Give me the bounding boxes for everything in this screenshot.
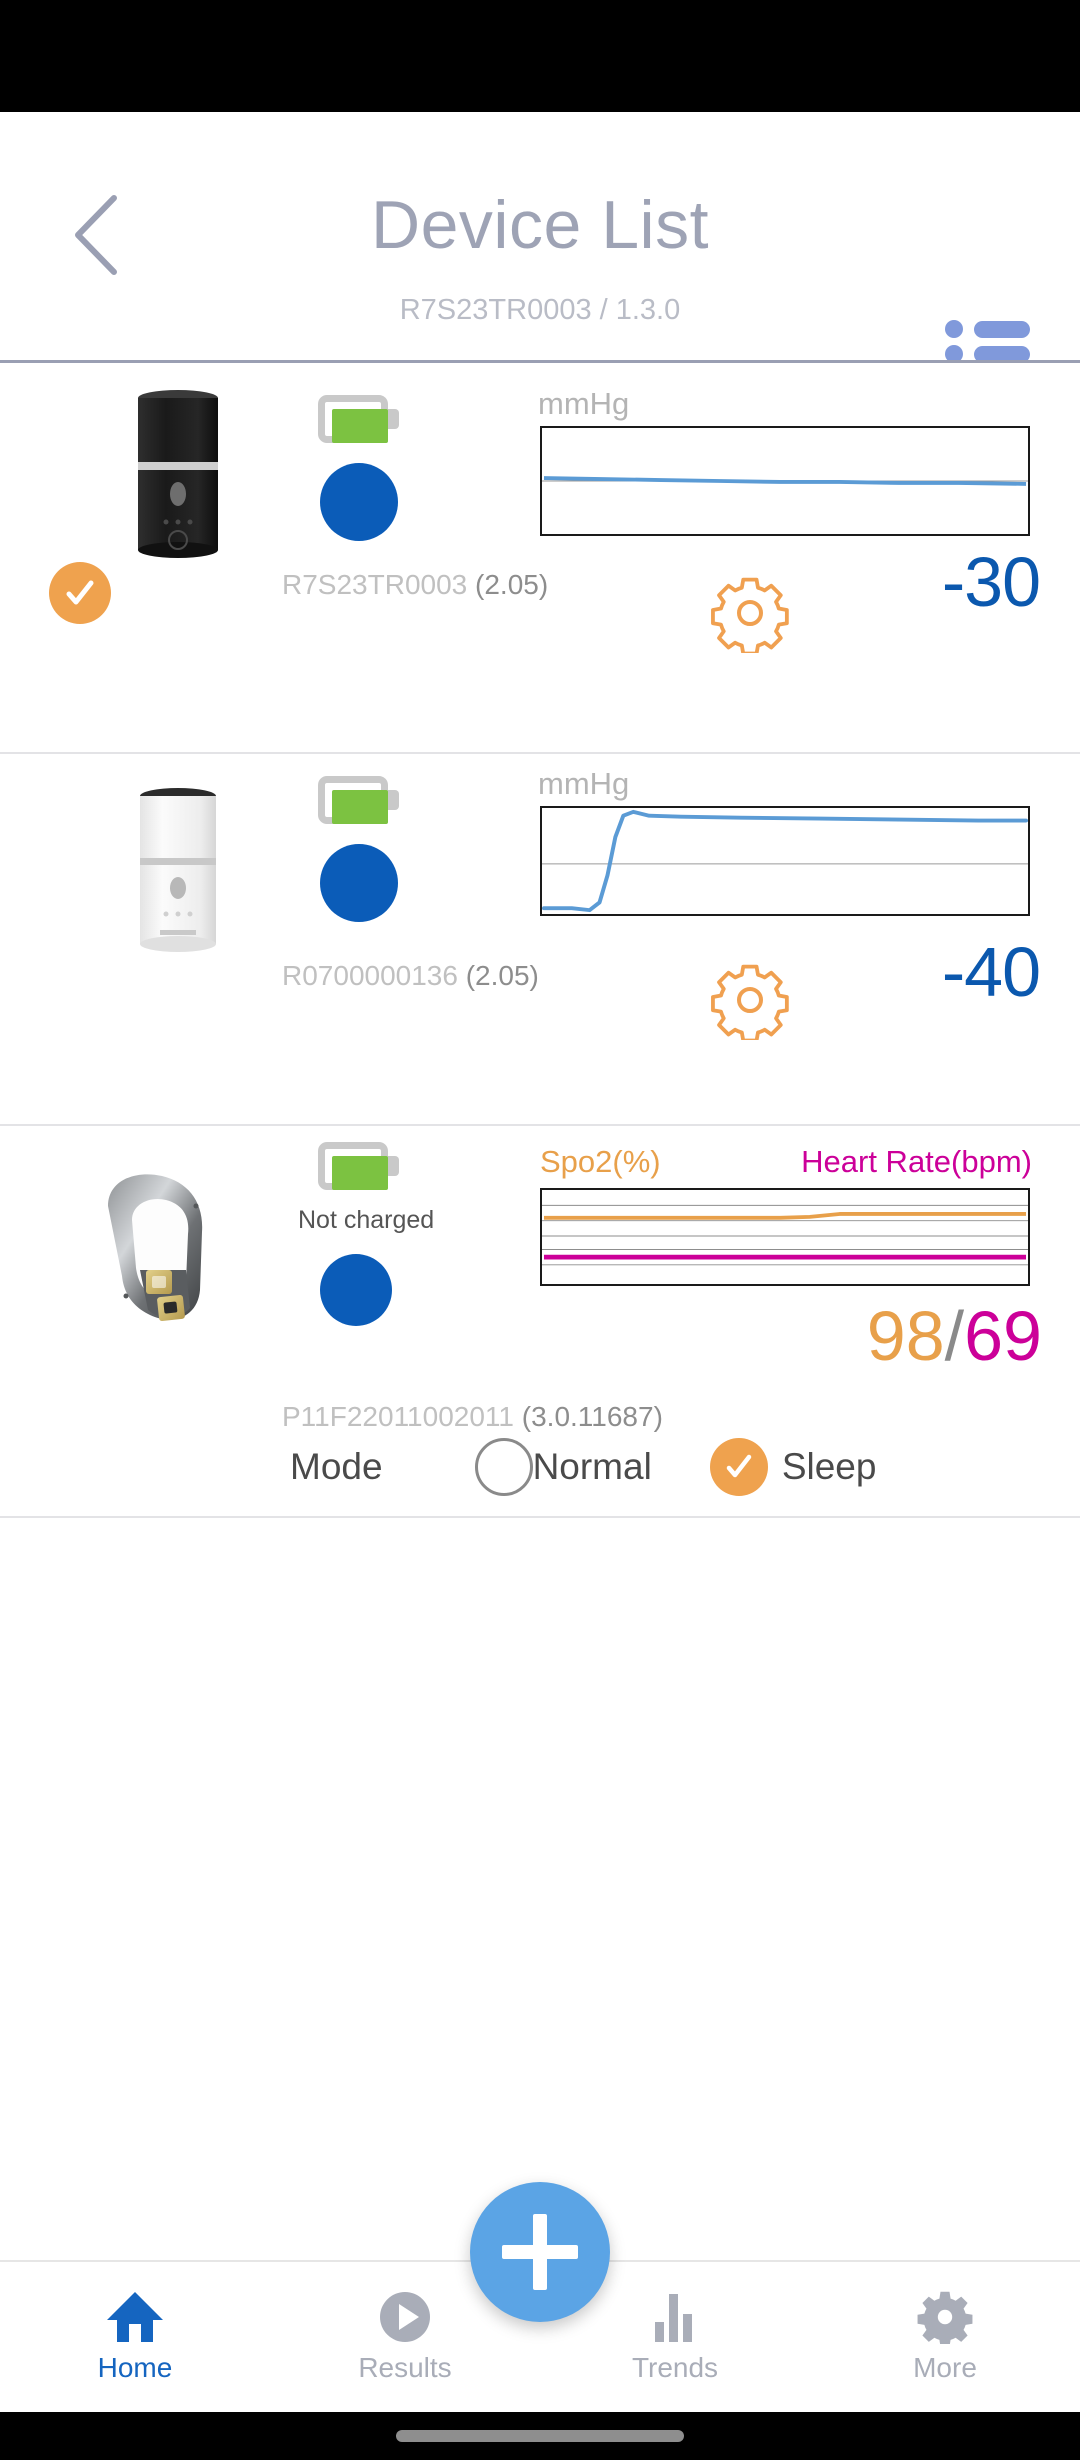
battery-nub: [388, 790, 399, 810]
device-thumbnail: [122, 784, 234, 961]
chart-unit-label: mmHg: [538, 386, 630, 421]
mode-option-normal[interactable]: Normal: [474, 1438, 652, 1496]
plus-icon-vertical: [533, 2214, 547, 2290]
mode-option-sleep-label: Sleep: [781, 1446, 877, 1487]
app-content: Device List R7S23TR0003 / 1.3.0 mmHg -30…: [0, 112, 1080, 2412]
device-id: R7S23TR0003 (2.05): [282, 569, 548, 601]
phone-screen: Device List R7S23TR0003 / 1.3.0 mmHg -30…: [0, 0, 1080, 2460]
device-settings-button[interactable]: [710, 573, 790, 653]
radio-checked-icon: [709, 1438, 768, 1496]
vitals-chart-svg: [542, 1204, 1028, 1266]
device-row[interactable]: Not charged Spo2(%) Heart Rate(bpm) 98/6…: [0, 1126, 1080, 1518]
value-separator: /: [944, 1297, 965, 1375]
battery-status-text: Not charged: [298, 1206, 435, 1234]
device-row[interactable]: mmHg -40 R0700000136 (2.05): [0, 754, 1080, 1126]
check-icon: [66, 580, 94, 605]
connection-status-dot: [320, 1254, 392, 1326]
app-header: Device List R7S23TR0003 / 1.3.0: [0, 112, 1080, 388]
nav-label-home: Home: [97, 2352, 173, 2383]
connection-status-dot: [320, 844, 398, 922]
device-firmware: (3.0.11687): [521, 1401, 663, 1432]
battery-level-fill: [332, 1156, 388, 1190]
battery-icon: [318, 776, 388, 824]
radio-unchecked-icon: [474, 1438, 533, 1496]
battery-level-fill: [332, 790, 388, 824]
bar-chart-icon: [647, 2290, 703, 2344]
device-value: -40: [941, 933, 1041, 1011]
heart-rate-label: Heart Rate(bpm): [801, 1144, 1032, 1179]
spo2-value: 98: [866, 1297, 945, 1375]
device-firmware: (2.05): [475, 569, 549, 600]
nav-label-trends: Trends: [631, 2352, 719, 2383]
battery-indicator: [318, 1142, 400, 1190]
battery-nub: [388, 409, 399, 429]
pressure-chart-svg: [542, 476, 1028, 486]
play-circle-icon: [377, 2290, 433, 2344]
battery-icon: [318, 1142, 388, 1190]
add-device-button[interactable]: [470, 2182, 610, 2322]
nav-label-more: More: [913, 2352, 977, 2383]
mode-label: Mode: [290, 1446, 383, 1487]
device-firmware: (2.05): [465, 960, 539, 991]
status-bar: [0, 0, 1080, 112]
device-serial: R0700000136: [282, 960, 458, 991]
battery-nub: [388, 1156, 399, 1176]
device-selected-badge[interactable]: [49, 562, 111, 624]
battery-indicator: [318, 395, 400, 443]
nav-label-results: Results: [358, 2352, 452, 2383]
spo2-label: Spo2(%): [540, 1144, 661, 1179]
gear-icon: [917, 2290, 973, 2344]
mode-selector: Mode Normal Sleep: [290, 1438, 876, 1496]
pressure-chart: [540, 426, 1030, 536]
device-thumbnail: [118, 384, 238, 569]
page-title: Device List: [370, 187, 710, 263]
white-cylinder-device-icon: [140, 788, 216, 952]
check-icon: [726, 1454, 752, 1478]
ring-sensor-device-icon: [108, 1174, 203, 1321]
home-icon: [105, 2290, 165, 2344]
chart-unit-label: mmHg: [538, 766, 630, 801]
black-cylinder-device-icon: [138, 390, 218, 558]
device-value: -30: [941, 543, 1041, 621]
page-subtitle: R7S23TR0003 / 1.3.0: [399, 294, 681, 326]
device-thumbnail: [62, 1158, 242, 1343]
battery-level-fill: [332, 409, 388, 443]
device-serial: R7S23TR0003: [282, 569, 468, 600]
connection-status-dot: [320, 463, 398, 541]
pressure-chart-svg: [542, 809, 1028, 913]
gear-icon: [711, 577, 789, 653]
gear-icon: [711, 964, 789, 1040]
vitals-chart: [540, 1188, 1030, 1286]
mode-option-normal-label: Normal: [532, 1446, 652, 1487]
nav-item-more[interactable]: More: [810, 2262, 1080, 2412]
device-id: P11F22011002011 (3.0.11687): [282, 1401, 663, 1433]
device-serial: P11F22011002011: [282, 1401, 514, 1432]
battery-indicator: [318, 776, 400, 824]
device-row[interactable]: mmHg -30 R7S23TR0003 (2.05): [0, 364, 1080, 754]
battery-icon: [318, 395, 388, 443]
device-id: R0700000136 (2.05): [282, 960, 539, 992]
device-settings-button[interactable]: [710, 960, 790, 1040]
pressure-chart: [540, 806, 1030, 916]
header-divider: [0, 360, 1080, 363]
gesture-bar[interactable]: [396, 2430, 684, 2442]
mode-option-sleep[interactable]: Sleep: [709, 1438, 877, 1496]
vitals-value: 98/69: [867, 1296, 1042, 1376]
nav-item-home[interactable]: Home: [0, 2262, 270, 2412]
heart-rate-value: 69: [964, 1297, 1042, 1375]
gesture-bar-area: [0, 2412, 1080, 2460]
